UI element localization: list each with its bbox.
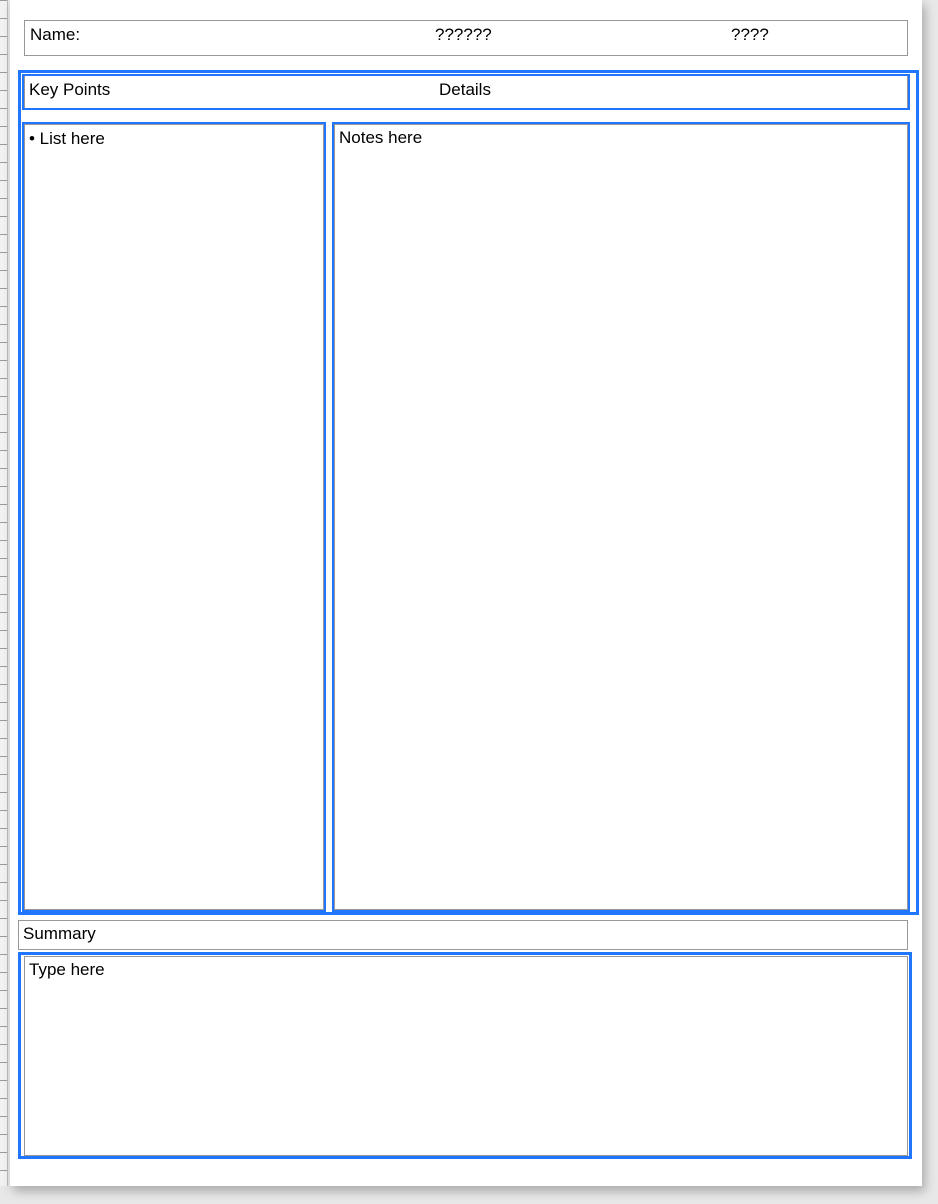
document-page[interactable]: Name: ?????? ???? Key Points Details • L… (10, 0, 922, 1186)
column-header-right: Details (439, 79, 491, 101)
summary-placeholder: Type here (29, 960, 105, 979)
column-headers-row[interactable]: Key Points Details (24, 75, 908, 109)
summary-label: Summary (23, 924, 96, 943)
summary-body-box[interactable]: Type here (24, 956, 908, 1156)
column-header-left: Key Points (29, 79, 110, 101)
key-points-box[interactable]: • List here (24, 124, 324, 910)
header-field-2: ?????? (435, 24, 492, 46)
details-box[interactable]: Notes here (334, 124, 908, 910)
key-points-placeholder: • List here (29, 128, 105, 150)
details-placeholder: Notes here (339, 128, 422, 147)
header-info-row[interactable]: Name: ?????? ???? (24, 20, 908, 56)
header-field-3: ???? (731, 24, 769, 46)
editor-canvas: Name: ?????? ???? Key Points Details • L… (0, 0, 938, 1204)
name-label: Name: (30, 24, 80, 46)
summary-header-box[interactable]: Summary (18, 920, 908, 950)
vertical-ruler (0, 0, 8, 1186)
